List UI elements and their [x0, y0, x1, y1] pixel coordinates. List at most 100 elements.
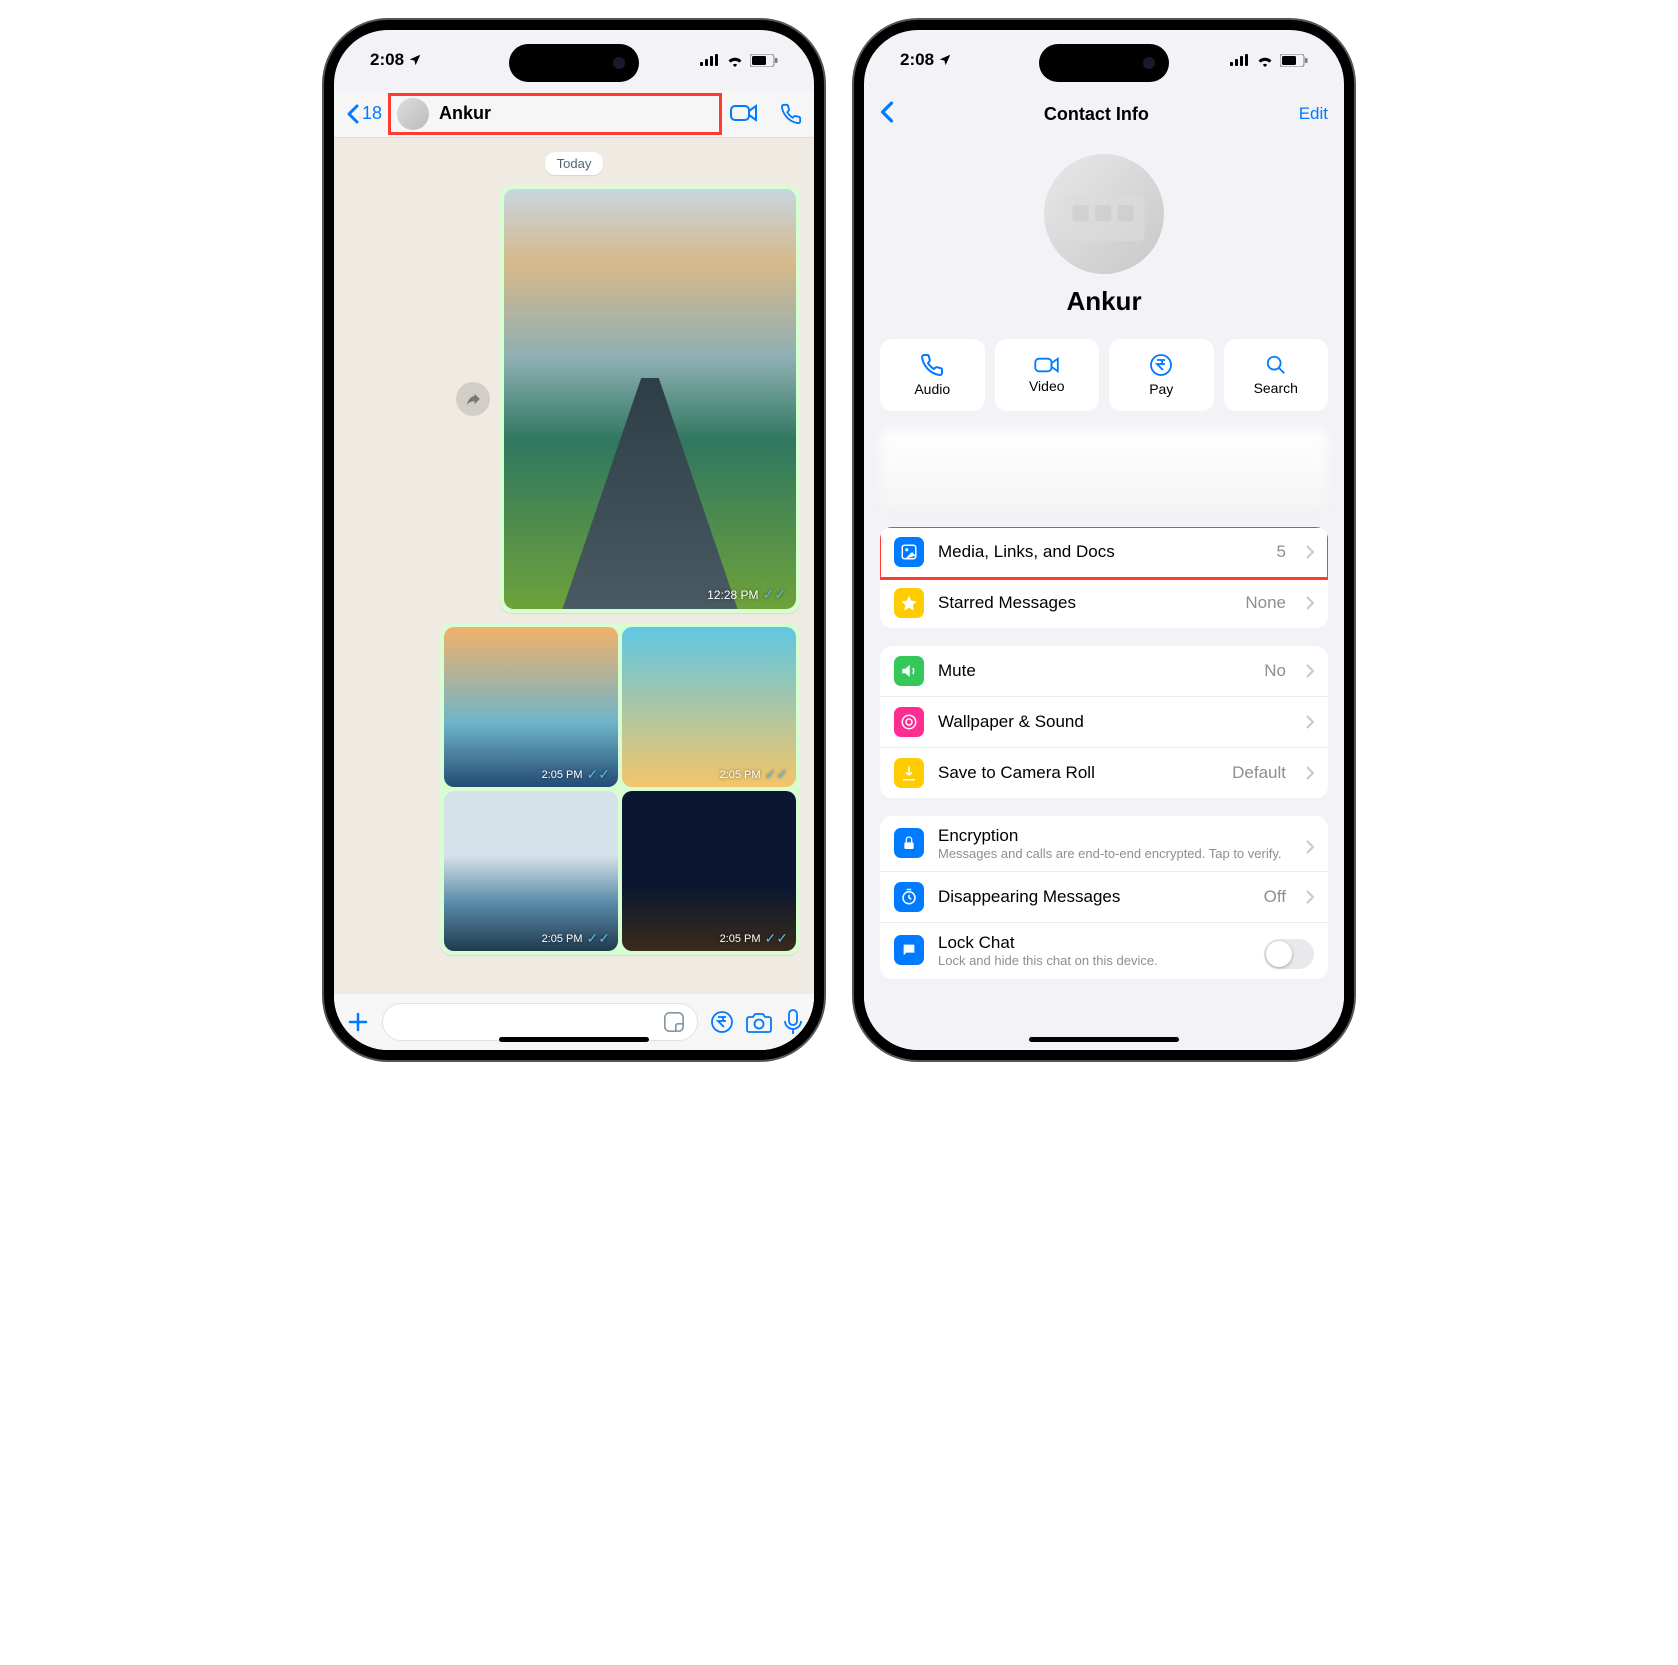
- action-row: Audio Video Pay Search: [864, 339, 1344, 411]
- row-mute[interactable]: Mute No: [880, 646, 1328, 697]
- location-icon: [408, 53, 422, 67]
- status-time: 2:08: [370, 50, 404, 70]
- message-time: 12:28 PM: [707, 588, 758, 602]
- back-count: 18: [362, 103, 382, 124]
- row-media-links-docs[interactable]: Media, Links, and Docs 5: [880, 527, 1328, 578]
- read-ticks-icon: ✓✓: [587, 766, 610, 783]
- forward-badge-icon[interactable]: [456, 382, 490, 416]
- lock-icon: [894, 828, 924, 858]
- chevron-right-icon: [1306, 766, 1314, 780]
- page-title: Contact Info: [1044, 104, 1149, 125]
- phone-right: 2:08 Contact Info Edit Ankur Audio: [854, 20, 1354, 1060]
- settings-section: Mute No Wallpaper & Sound Save to Camera…: [880, 646, 1328, 798]
- video-call-icon[interactable]: [730, 103, 758, 123]
- signal-icon: [700, 54, 720, 66]
- status-time: 2:08: [900, 50, 934, 70]
- action-audio[interactable]: Audio: [880, 339, 985, 411]
- profile-avatar[interactable]: [1044, 154, 1164, 274]
- row-label: Disappearing Messages: [938, 887, 1250, 907]
- chat-body[interactable]: Today 12:28 PM ✓✓ 2:05 PM✓✓ 2:05 PM✓✓ 2:0…: [334, 138, 814, 994]
- location-icon: [938, 53, 952, 67]
- row-label: Media, Links, and Docs: [938, 542, 1263, 562]
- row-subtitle: Lock and hide this chat on this device.: [938, 953, 1158, 968]
- photo-icon: [894, 537, 924, 567]
- camera-icon[interactable]: [746, 1011, 772, 1033]
- wallpaper-icon: [894, 707, 924, 737]
- message-image-grid[interactable]: 2:05 PM✓✓ 2:05 PM✓✓ 2:05 PM✓✓ 2:05 PM✓✓: [440, 623, 800, 955]
- plus-icon[interactable]: [346, 1010, 370, 1034]
- chevron-right-icon: [1306, 715, 1314, 729]
- download-icon: [894, 758, 924, 788]
- signal-icon: [1230, 54, 1250, 66]
- action-video[interactable]: Video: [995, 339, 1100, 411]
- wifi-icon: [1256, 54, 1274, 67]
- day-separator: Today: [545, 152, 604, 175]
- row-label: Encryption: [938, 826, 1018, 846]
- media-section: Media, Links, and Docs 5 Starred Message…: [880, 527, 1328, 628]
- action-label: Pay: [1149, 381, 1173, 397]
- dynamic-island: [1039, 44, 1169, 82]
- dynamic-island: [509, 44, 639, 82]
- phone-left: 2:08 18 Ankur Today: [324, 20, 824, 1060]
- info-header: Contact Info Edit: [864, 90, 1344, 138]
- image-attachment[interactable]: 2:05 PM✓✓: [444, 627, 618, 787]
- row-value: Default: [1232, 763, 1286, 783]
- rupee-icon[interactable]: [710, 1010, 734, 1034]
- row-starred-messages[interactable]: Starred Messages None: [880, 578, 1328, 628]
- sticker-icon[interactable]: [663, 1011, 685, 1033]
- wifi-icon: [726, 54, 744, 67]
- mic-icon[interactable]: [784, 1009, 802, 1035]
- voice-call-icon[interactable]: [780, 103, 802, 125]
- back-button[interactable]: 18: [346, 103, 382, 124]
- row-label: Wallpaper & Sound: [938, 712, 1292, 732]
- chevron-right-icon: [1306, 664, 1314, 678]
- read-ticks-icon: ✓✓: [587, 930, 610, 947]
- row-value: 5: [1277, 542, 1286, 562]
- profile-name: Ankur: [1066, 286, 1141, 317]
- action-label: Video: [1029, 378, 1065, 394]
- row-value: No: [1264, 661, 1286, 681]
- lock-chat-toggle[interactable]: [1264, 939, 1314, 969]
- battery-icon: [1280, 54, 1308, 67]
- image-attachment[interactable]: 2:05 PM✓✓: [444, 791, 618, 951]
- row-encryption[interactable]: Encryption Messages and calls are end-to…: [880, 816, 1328, 872]
- image-attachment[interactable]: 2:05 PM✓✓: [622, 791, 796, 951]
- chevron-right-icon: [1306, 596, 1314, 610]
- privacy-section: Encryption Messages and calls are end-to…: [880, 816, 1328, 979]
- chevron-right-icon: [1306, 545, 1314, 559]
- chat-header: 18 Ankur: [334, 90, 814, 138]
- row-value: Off: [1264, 887, 1286, 907]
- row-wallpaper-sound[interactable]: Wallpaper & Sound: [880, 697, 1328, 748]
- contact-header-tap-area[interactable]: Ankur: [388, 93, 722, 135]
- timer-icon: [894, 882, 924, 912]
- action-label: Search: [1254, 380, 1298, 396]
- read-ticks-icon: ✓✓: [763, 586, 786, 603]
- message-image-single[interactable]: 12:28 PM ✓✓: [500, 185, 800, 613]
- row-disappearing-messages[interactable]: Disappearing Messages Off: [880, 872, 1328, 923]
- action-label: Audio: [914, 381, 950, 397]
- row-label: Save to Camera Roll: [938, 763, 1218, 783]
- chevron-right-icon: [1306, 890, 1314, 904]
- read-ticks-icon: ✓✓: [765, 930, 788, 947]
- contact-avatar: [397, 98, 429, 130]
- row-value: None: [1245, 593, 1286, 613]
- row-lock-chat[interactable]: Lock Chat Lock and hide this chat on thi…: [880, 923, 1328, 979]
- chat-lock-icon: [894, 935, 924, 965]
- message-input[interactable]: [382, 1003, 698, 1041]
- back-button[interactable]: [880, 101, 894, 128]
- chevron-right-icon: [1306, 840, 1314, 854]
- image-attachment[interactable]: 12:28 PM ✓✓: [504, 189, 796, 609]
- battery-icon: [750, 54, 778, 67]
- home-indicator[interactable]: [499, 1037, 649, 1042]
- row-subtitle: Messages and calls are end-to-end encryp…: [938, 846, 1281, 861]
- row-label: Mute: [938, 661, 1250, 681]
- edit-button[interactable]: Edit: [1299, 104, 1328, 124]
- action-pay[interactable]: Pay: [1109, 339, 1214, 411]
- row-save-camera-roll[interactable]: Save to Camera Roll Default: [880, 748, 1328, 798]
- home-indicator[interactable]: [1029, 1037, 1179, 1042]
- row-label: Lock Chat: [938, 933, 1015, 953]
- image-attachment[interactable]: 2:05 PM✓✓: [622, 627, 796, 787]
- action-search[interactable]: Search: [1224, 339, 1329, 411]
- row-label: Starred Messages: [938, 593, 1231, 613]
- speaker-icon: [894, 656, 924, 686]
